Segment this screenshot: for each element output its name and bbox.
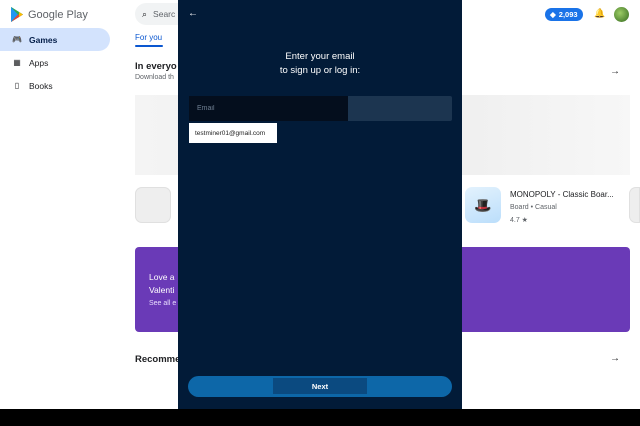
brand-name: Google Play bbox=[28, 8, 88, 21]
section-title: In everyo bbox=[135, 61, 177, 72]
sidebar-item-apps[interactable]: ▦ Apps bbox=[0, 51, 110, 74]
tab-for-you[interactable]: For you bbox=[135, 33, 162, 42]
app-tile-partial[interactable] bbox=[629, 187, 640, 223]
arrow-right-icon[interactable]: → bbox=[610, 66, 620, 77]
next-button-label[interactable]: Next bbox=[273, 378, 367, 394]
gamepad-icon: 🎮 bbox=[12, 35, 22, 44]
search-icon: ⌕ bbox=[142, 8, 148, 19]
bell-icon[interactable]: 🔔 bbox=[594, 8, 605, 19]
section-title-recommended: Recomme bbox=[135, 354, 181, 365]
google-play-logo[interactable]: Google Play bbox=[11, 7, 88, 22]
sidebar-item-games[interactable]: 🎮 Games bbox=[0, 28, 110, 51]
back-arrow-icon[interactable]: ← bbox=[188, 8, 198, 19]
sidebar-item-label: Books bbox=[29, 80, 53, 91]
screen: Google Play 🎮 Games ▦ Apps ▯ Books ⌕ Sea… bbox=[0, 0, 640, 409]
play-triangle-icon bbox=[11, 7, 23, 22]
login-prompt-line-1: Enter your email bbox=[285, 51, 355, 62]
app-title[interactable]: MONOPOLY - Classic Boar... bbox=[510, 190, 614, 199]
play-points-count: 2,093 bbox=[558, 10, 578, 19]
play-points-badge[interactable]: ◆ 2,093 bbox=[545, 8, 583, 21]
promo-line-1: Love a bbox=[149, 272, 175, 282]
arrow-right-icon[interactable]: → bbox=[610, 353, 620, 364]
apps-grid-icon: ▦ bbox=[13, 58, 21, 67]
monopoly-app-icon[interactable]: 🎩 bbox=[465, 187, 501, 223]
sidebar-item-label: Games bbox=[29, 34, 58, 45]
autofill-suggestion[interactable]: testminer01@gmail.com bbox=[189, 123, 277, 143]
section-subtitle: Download th bbox=[135, 74, 174, 81]
app-category: Board • Casual bbox=[510, 204, 557, 211]
sidebar-item-label: Apps bbox=[29, 57, 49, 68]
avatar[interactable] bbox=[614, 7, 629, 22]
promo-link[interactable]: See all e bbox=[149, 300, 176, 307]
play-points-icon: ◆ bbox=[550, 10, 556, 19]
sidebar-item-books[interactable]: ▯ Books bbox=[0, 74, 110, 97]
app-rating: 4.7 ★ bbox=[510, 217, 528, 224]
book-icon: ▯ bbox=[14, 81, 20, 90]
search-text: Searc bbox=[153, 9, 176, 19]
login-prompt-line-2: to sign up or log in: bbox=[279, 65, 361, 76]
email-input[interactable] bbox=[189, 96, 348, 121]
app-tile[interactable] bbox=[135, 187, 171, 223]
tab-underline bbox=[135, 45, 163, 47]
promo-line-2: Valenti bbox=[149, 285, 175, 295]
